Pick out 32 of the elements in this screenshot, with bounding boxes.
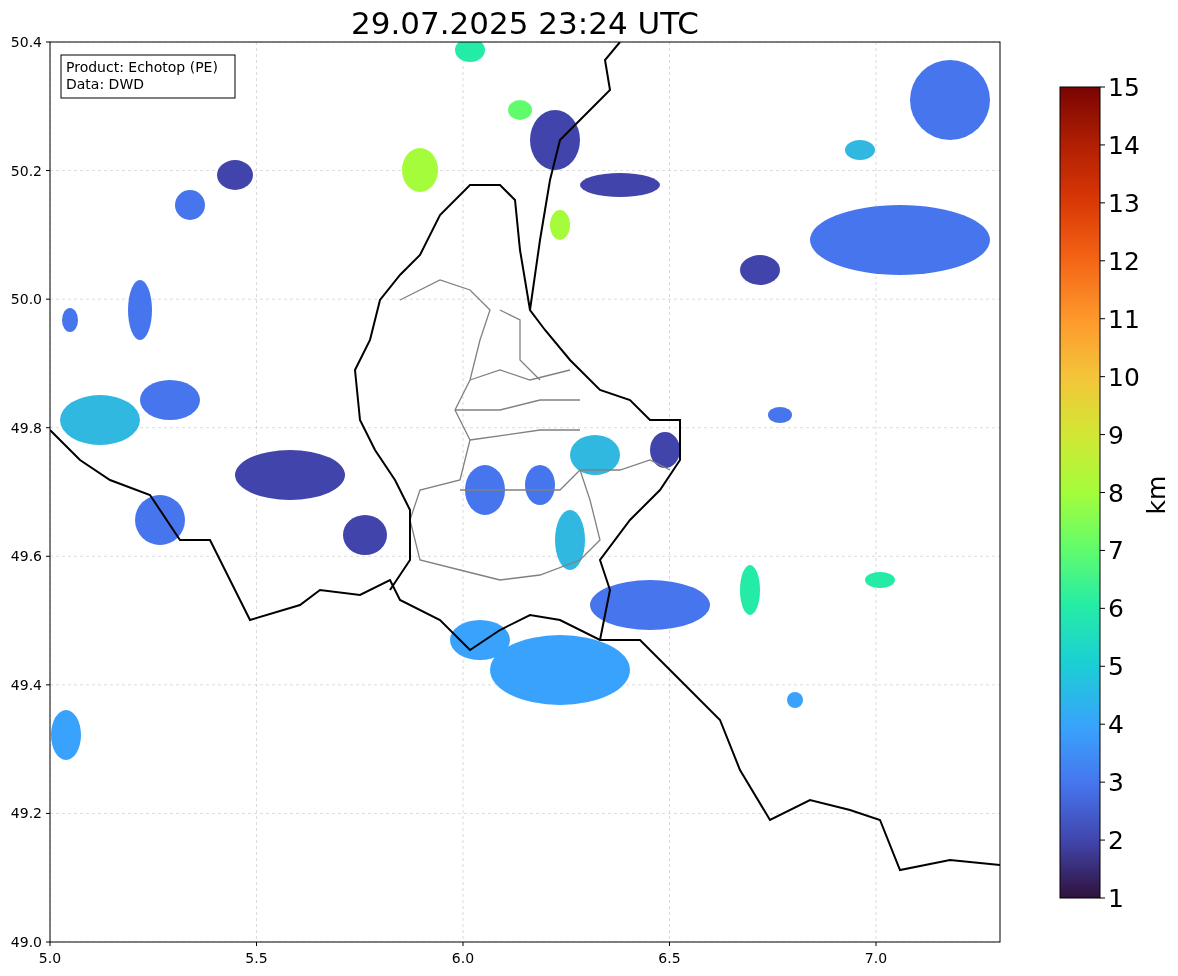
colorbar-tick-label: 12 <box>1108 246 1140 276</box>
colorbar-tick-label: 1 <box>1108 884 1124 913</box>
info-text: Product: Echotop (PE) <box>66 59 218 75</box>
info-text: Data: DWD <box>66 76 144 92</box>
colorbar-tick-label: 4 <box>1108 710 1124 740</box>
axis-tick-label: 49.6 <box>10 548 42 565</box>
colorbar-tick-label: 13 <box>1108 188 1140 218</box>
colorbar-tick-label: 7 <box>1108 536 1124 566</box>
axis-tick-label: 50.4 <box>10 34 42 50</box>
colorbar-tick-label: 6 <box>1108 594 1124 624</box>
axis-tick-label: 50.0 <box>10 291 42 308</box>
axis-tick-label: 7.0 <box>864 950 888 966</box>
axis-tick-label: 50.2 <box>10 162 42 179</box>
colorbar-tick-label: 15 <box>1108 73 1140 102</box>
axis-tick-label: 49.4 <box>10 676 42 693</box>
colorbar-label: km <box>1142 475 1171 515</box>
axis-tick-label: 6.5 <box>658 950 681 966</box>
colorbar-tick-label: 9 <box>1108 420 1124 450</box>
axis-tick-label: 49.2 <box>10 805 42 822</box>
colorbar-tick-label: 8 <box>1108 478 1124 508</box>
axis-tick-label: 5.5 <box>245 950 268 966</box>
chart-title: 29.07.2025 23:24 UTC <box>351 5 699 41</box>
axis-tick-label: 49.8 <box>10 419 42 436</box>
colorbar-tick-label: 10 <box>1108 362 1140 392</box>
axis-tick-label: 6.0 <box>451 950 475 966</box>
colorbar-tick-label: 14 <box>1108 130 1140 160</box>
colorbar-tick-label: 11 <box>1108 304 1140 334</box>
colorbar-tick-label: 2 <box>1108 826 1124 856</box>
colorbar-tick-label: 5 <box>1108 652 1124 682</box>
axis-tick-label: 49.0 <box>10 934 42 950</box>
axis-tick-label: 5.0 <box>38 950 62 966</box>
colorbar-tick-label: 3 <box>1108 768 1124 798</box>
